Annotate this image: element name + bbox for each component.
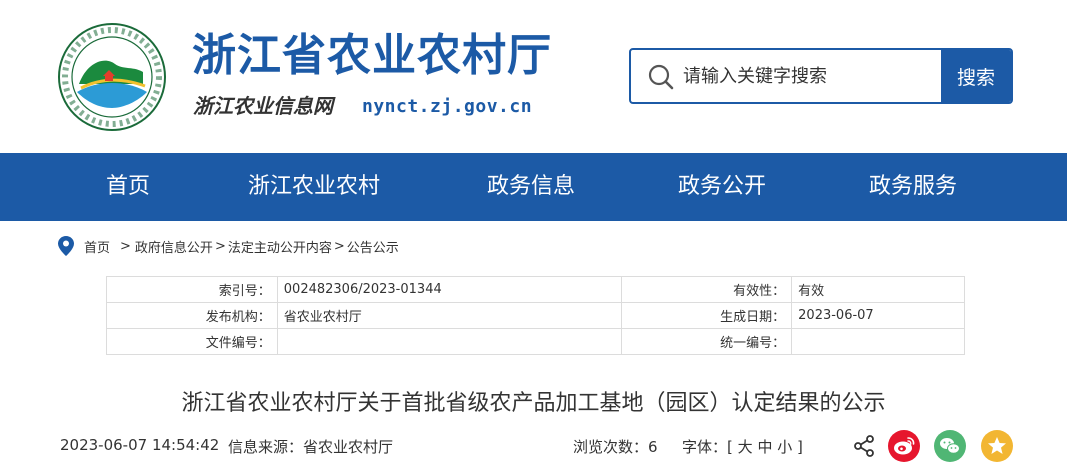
document-meta-table: 索引号： 002482306/2023-01344 有效性： 有效 发布机构： … <box>106 276 965 355</box>
date-value: 2023-06-07 <box>791 302 965 329</box>
site-url: nynct.zj.gov.cn <box>362 96 533 117</box>
font-size-small[interactable]: 小 <box>777 438 792 456</box>
info-source: 信息来源：省农业农村厅 <box>228 436 393 457</box>
info-source-label: 信息来源： <box>228 438 304 456</box>
star-icon <box>988 437 1006 454</box>
wechat-share-button[interactable] <box>934 430 966 462</box>
doc-no-label: 文件编号： <box>106 328 278 355</box>
main-nav: 首页 浙江农业农村 政务信息 政务公开 政务服务 <box>0 153 1067 221</box>
unified-no-value <box>791 328 965 355</box>
search-box: 搜索 <box>629 48 1013 104</box>
view-count-value: 6 <box>648 438 658 456</box>
weibo-icon <box>894 437 915 455</box>
validity-value: 有效 <box>791 276 965 303</box>
view-count: 浏览次数：6 <box>573 436 658 457</box>
doc-no-value <box>276 328 623 355</box>
article-title: 浙江省农业农村厅关于首批省级农产品加工基地（园区）认定结果的公示 <box>181 391 886 416</box>
breadcrumb-announcements[interactable]: 公告公示 <box>347 237 399 256</box>
breadcrumb-separator: > <box>120 238 131 254</box>
site-title[interactable]: 浙江省农业农村厅 <box>192 26 552 86</box>
breadcrumb-gov-info-disclosure[interactable]: 政府信息公开 <box>135 237 213 256</box>
font-size-control: 字体：[ 大 中 小 ] <box>682 436 803 457</box>
date-label: 生成日期： <box>621 302 793 329</box>
font-size-label: 字体： <box>682 438 728 456</box>
font-size-large[interactable]: 大 <box>738 438 753 456</box>
table-row: 索引号： 002482306/2023-01344 有效性： 有效 <box>106 276 965 303</box>
index-no-label: 索引号： <box>106 276 278 303</box>
search-button[interactable]: 搜索 <box>941 50 1011 102</box>
provincial-agriculture-seal-icon[interactable] <box>57 22 167 132</box>
nav-item-home[interactable]: 首页 <box>106 153 150 221</box>
table-row: 发布机构： 省农业农村厅 生成日期： 2023-06-07 <box>106 302 965 329</box>
index-no-value: 002482306/2023-01344 <box>276 276 623 303</box>
font-size-close-bracket: ] <box>797 438 803 456</box>
location-pin-icon <box>58 236 74 256</box>
breadcrumb-separator: > <box>214 238 226 254</box>
weibo-share-button[interactable] <box>888 430 920 462</box>
breadcrumb-statutory-content[interactable]: 法定主动公开内容 <box>228 237 332 256</box>
nav-item-government-disclosure[interactable]: 政务公开 <box>678 153 766 221</box>
unified-no-label: 统一编号： <box>621 328 793 355</box>
nav-item-government-services[interactable]: 政务服务 <box>869 153 957 221</box>
issuer-label: 发布机构： <box>106 302 278 329</box>
table-row: 文件编号： 统一编号： <box>106 328 965 355</box>
validity-label: 有效性： <box>621 276 793 303</box>
site-header: 浙江省农业农村厅 浙江农业信息网 nynct.zj.gov.cn 搜索 <box>0 0 1067 153</box>
search-icon <box>648 64 674 90</box>
view-count-label: 浏览次数： <box>573 438 649 456</box>
article-info-bar: 2023-06-07 14:54:42 信息来源：省农业农村厅 浏览次数：6 字… <box>60 430 1020 462</box>
wechat-icon <box>940 438 960 454</box>
share-icon[interactable] <box>852 434 876 458</box>
font-size-open-bracket: [ <box>727 438 733 456</box>
nav-item-zhejiang-agriculture[interactable]: 浙江农业农村 <box>248 153 380 221</box>
breadcrumb-home[interactable]: 首页 <box>84 237 110 256</box>
breadcrumb: 首页 > 政府信息公开 > 法定主动公开内容 > 公告公示 <box>58 234 399 258</box>
breadcrumb-separator: > <box>333 238 345 254</box>
site-subtitle: 浙江农业信息网 <box>193 94 333 118</box>
issuer-value: 省农业农村厅 <box>276 302 623 329</box>
font-size-medium[interactable]: 中 <box>757 438 772 456</box>
search-input[interactable] <box>683 50 941 102</box>
publish-time: 2023-06-07 14:54:42 <box>60 436 220 454</box>
nav-item-government-info[interactable]: 政务信息 <box>487 153 575 221</box>
favorite-button[interactable] <box>981 430 1013 462</box>
info-source-value: 省农业农村厅 <box>303 438 394 456</box>
